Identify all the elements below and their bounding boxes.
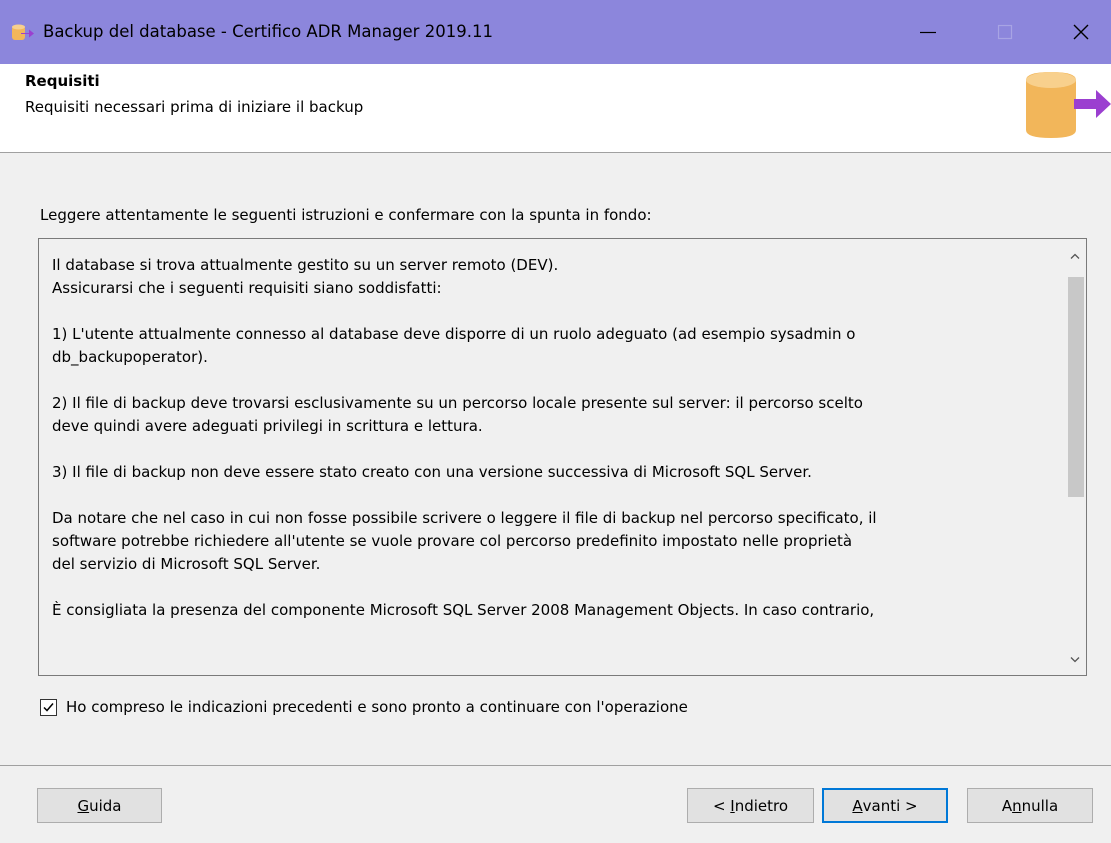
access-key: A [852, 796, 863, 815]
footer-divider [0, 765, 1111, 766]
access-key: G [77, 796, 90, 815]
confirm-checkbox[interactable] [40, 699, 57, 716]
close-button[interactable] [1051, 0, 1111, 64]
checkmark-icon [43, 703, 54, 712]
confirm-label[interactable]: Ho compreso le indicazioni precedenti e … [66, 698, 688, 716]
backup-wizard-window: Backup del database - Certifico ADR Mana… [0, 0, 1111, 843]
requirements-textbox[interactable]: Il database si trova attualmente gestito… [38, 238, 1087, 676]
cancel-button[interactable]: An nulla [967, 788, 1093, 823]
access-key: n [1012, 796, 1022, 815]
paragraph: È consigliata la presenza del componente… [52, 601, 875, 619]
minimize-icon [920, 31, 936, 34]
paragraph: Il database si trova attualmente gestito… [52, 256, 559, 297]
scroll-up-button[interactable] [1064, 245, 1086, 267]
help-button[interactable]: Guida [37, 788, 162, 823]
back-button[interactable]: < Indietro [687, 788, 814, 823]
paragraph: 3) Il file di backup non deve essere sta… [52, 463, 812, 481]
instruction-text: Leggere attentamente le seguenti istruzi… [40, 206, 652, 224]
minimize-button[interactable] [898, 0, 958, 64]
requirements-text: Il database si trova attualmente gestito… [52, 254, 1052, 645]
vertical-scrollbar[interactable] [1064, 239, 1086, 675]
wizard-header: Requisiti Requisiti necessari prima di i… [0, 64, 1111, 153]
close-icon [1073, 24, 1089, 40]
paragraph: Da notare che nel caso in cui non fosse … [52, 509, 877, 573]
scroll-thumb[interactable] [1068, 277, 1084, 497]
page-subtitle: Requisiti necessari prima di iniziare il… [25, 98, 364, 116]
maximize-icon [997, 24, 1013, 40]
next-button[interactable]: Avanti > [822, 788, 948, 823]
title-bar[interactable]: Backup del database - Certifico ADR Mana… [0, 0, 1111, 64]
chevron-up-icon [1070, 253, 1080, 259]
page-title: Requisiti [25, 72, 100, 90]
database-export-icon [1026, 72, 1111, 140]
chevron-down-icon [1070, 657, 1080, 663]
scroll-down-button[interactable] [1064, 649, 1086, 671]
maximize-button[interactable] [975, 0, 1035, 64]
window-title: Backup del database - Certifico ADR Mana… [43, 22, 493, 41]
paragraph: 2) Il file di backup deve trovarsi esclu… [52, 394, 863, 435]
paragraph: 1) L'utente attualmente connesso al data… [52, 325, 856, 366]
database-export-icon [12, 24, 34, 42]
